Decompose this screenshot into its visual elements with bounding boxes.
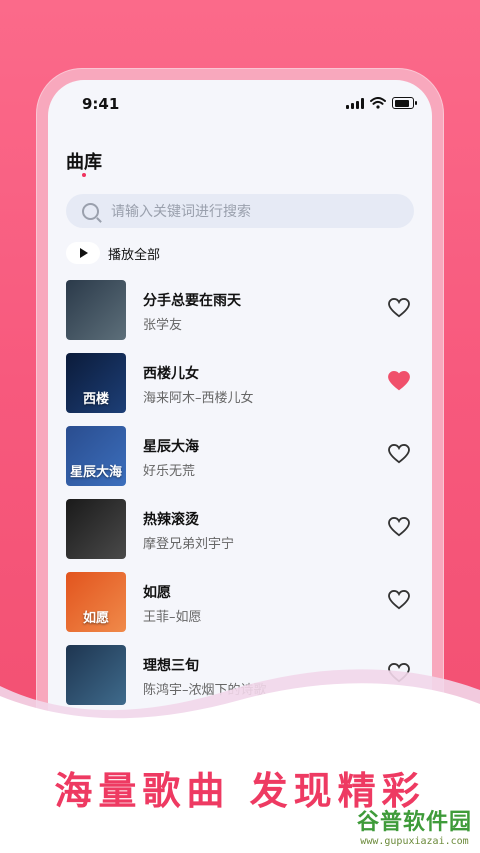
play-all-button[interactable]: 播放全部 [66,242,160,264]
album-cover: 如愿 [66,572,126,632]
signal-icon [346,97,364,109]
album-cover [66,499,126,559]
song-title: 热辣滚烫 [143,512,199,528]
status-bar: 9:41 [48,80,432,124]
song-title: 西楼儿女 [143,366,199,382]
list-item[interactable]: 分手总要在雨天 张学友 [48,276,432,349]
wifi-icon [370,97,386,109]
song-artist: 好乐无荒 [143,464,196,479]
battery-icon [392,97,417,109]
play-all-label: 播放全部 [108,247,161,263]
heart-icon[interactable] [388,444,410,464]
list-item[interactable]: 星辰大海 星辰大海 好乐无荒 [48,422,432,495]
heart-icon[interactable] [388,298,410,318]
song-artist: 王菲–如愿 [143,610,202,625]
list-item[interactable]: 西楼 西楼儿女 海来阿木–西楼儿女 [48,349,432,422]
list-item[interactable]: 如愿 如愿 王菲–如愿 [48,568,432,641]
album-cover: 星辰大海 [66,426,126,486]
search-placeholder: 请输入关键词进行搜索 [111,204,251,220]
album-cover: 西楼 [66,353,126,413]
song-title: 分手总要在雨天 [143,293,241,309]
list-item[interactable]: 热辣滚烫 摩登兄弟刘宇宁 [48,495,432,568]
play-icon [66,242,100,264]
watermark-logo: 谷普软件园 www.gupuxiazai.com [357,804,472,847]
watermark-url: www.gupuxiazai.com [360,836,469,847]
heart-icon[interactable] [388,590,410,610]
search-input[interactable]: 请输入关键词进行搜索 [66,194,414,228]
song-artist: 张学友 [143,318,183,333]
watermark-name: 谷普软件园 [356,810,472,835]
song-list: 分手总要在雨天 张学友 西楼 西楼儿女 海来阿木–西楼儿女 星辰大海 星辰大海 … [48,276,432,714]
heart-icon[interactable] [388,517,410,537]
song-artist: 海来阿木–西楼儿女 [143,391,254,406]
album-cover [66,280,126,340]
song-artist: 摩登兄弟刘宇宁 [143,537,235,552]
status-icons [346,97,417,109]
status-time: 9:41 [82,95,120,113]
search-icon [82,202,99,220]
song-title: 星辰大海 [143,439,199,455]
title-indicator-dot [82,173,86,177]
song-title: 如愿 [143,585,171,601]
page-title: 曲库 [66,152,102,173]
heart-icon[interactable] [388,371,410,391]
